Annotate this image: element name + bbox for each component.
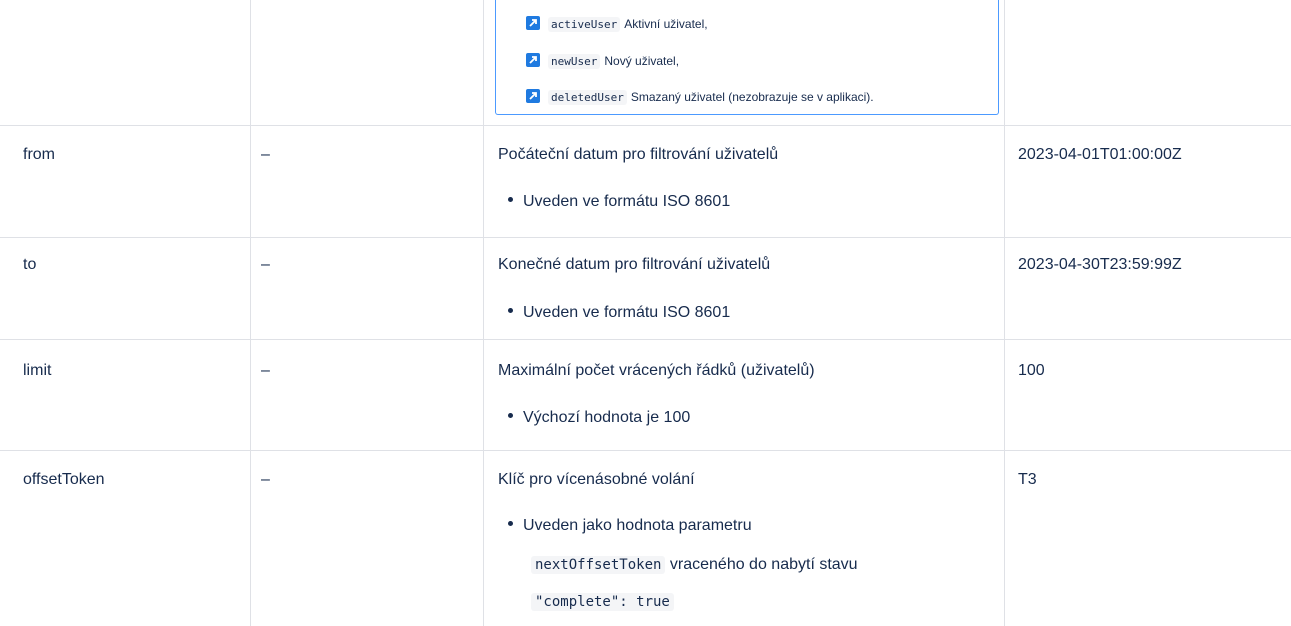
enum-description: Aktivní uživatel, [624, 17, 708, 31]
enum-code: newUser [548, 54, 601, 69]
param-required: – [261, 256, 270, 273]
param-description: Počáteční datum pro filtrování uživatelů [498, 146, 779, 163]
param-note-text: Uveden ve formátu ISO 8601 [523, 193, 731, 210]
column-divider [1004, 0, 1005, 626]
param-note-text: Uveden jako hodnota parametru [523, 517, 752, 534]
param-name: from [23, 146, 55, 163]
enum-item-text: newUser Nový uživatel, [548, 53, 679, 70]
bullet-dot [508, 308, 513, 314]
param-note-text: vraceného do nabytí stavu [669, 556, 858, 573]
param-note-continued: nextOffsetToken vraceného do nabytí stav… [531, 553, 858, 577]
param-example: 2023-04-30T23:59:99Z [1018, 256, 1182, 273]
param-description: Maximální počet vrácených řádků (uživate… [498, 362, 815, 379]
column-divider [483, 0, 484, 626]
column-divider [250, 0, 251, 626]
param-example: 2023-04-01T01:00:00Z [1018, 146, 1182, 163]
inline-code: "complete": true [531, 593, 674, 611]
link-arrow-icon [526, 53, 540, 67]
enum-code: activeUser [548, 17, 621, 32]
enum-item-text: deletedUser Smazaný uživatel (nezobrazuje… [548, 89, 874, 106]
param-note: Uveden ve formátu ISO 8601 [508, 301, 730, 325]
enum-description: Nový uživatel, [604, 54, 680, 68]
param-example: T3 [1018, 471, 1037, 488]
param-required: – [261, 362, 270, 379]
param-note: Uveden ve formátu ISO 8601 [508, 190, 730, 214]
enum-code: deletedUser [548, 90, 627, 105]
param-required: – [261, 146, 270, 163]
bullet-dot [508, 521, 513, 527]
row-divider [0, 450, 1291, 451]
param-note-text: Výchozí hodnota je 100 [523, 409, 691, 426]
param-name: offsetToken [23, 471, 105, 488]
row-divider [0, 339, 1291, 340]
row-divider [0, 237, 1291, 238]
param-name: to [23, 256, 37, 273]
param-required: – [261, 471, 270, 488]
bullet-dot [508, 413, 513, 419]
param-example: 100 [1018, 362, 1045, 379]
link-arrow-icon [526, 16, 540, 30]
param-description: Klíč pro vícenásobné volání [498, 471, 695, 488]
enum-item-text: activeUser Aktivní uživatel, [548, 16, 708, 33]
param-note: Uveden jako hodnota parametru [508, 514, 752, 538]
param-note-continued: "complete": true [531, 590, 674, 614]
enum-description: Smazaný uživatel (nezobrazuje se v aplik… [630, 90, 874, 104]
link-arrow-icon [526, 89, 540, 103]
param-note-text: Uveden ve formátu ISO 8601 [523, 304, 731, 321]
param-name: limit [23, 362, 52, 379]
param-note: Výchozí hodnota je 100 [508, 406, 690, 430]
enum-values-panel: activeUser Aktivní uživatel, newUser Nový … [495, 0, 999, 115]
row-divider [0, 125, 1291, 126]
inline-code: nextOffsetToken [531, 556, 666, 574]
bullet-dot [508, 197, 513, 203]
param-description: Konečné datum pro filtrování uživatelů [498, 256, 771, 273]
